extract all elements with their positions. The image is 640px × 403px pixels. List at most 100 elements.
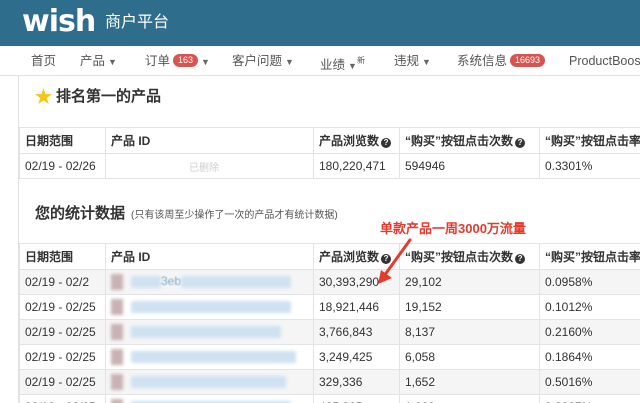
col-date: 日期范围 xyxy=(19,243,106,270)
nav-home[interactable]: 首页 xyxy=(31,46,56,76)
caret-down-icon: ▼ xyxy=(285,57,294,67)
col-click-rate: “购买”按钮点击率 xyxy=(539,243,640,270)
cell-product-id[interactable] xyxy=(105,294,314,320)
cell-buy-clicks: 1,652 xyxy=(399,369,540,395)
cell-buy-clicks: 19,152 xyxy=(399,294,540,320)
cell-click-rate: 0.1864% xyxy=(539,344,640,370)
blurred-id xyxy=(181,276,292,288)
cell-date: 02/19 - 02/26 xyxy=(19,153,106,179)
col-product-id: 产品 ID xyxy=(105,243,314,270)
cell-views: 329,336 xyxy=(313,369,400,395)
cell-buy-clicks: 6,058 xyxy=(399,344,540,370)
cell-views: 180,220,471 xyxy=(313,153,400,179)
blurred-id xyxy=(131,301,291,313)
nav-products[interactable]: 产品 ▼ xyxy=(80,46,117,76)
wish-logo[interactable]: wish xyxy=(22,2,96,42)
table-row: 02/19 - 02/25 18,921,446 19,152 0.1012% xyxy=(19,294,640,320)
col-click-rate: “购买”按钮点击率 xyxy=(539,127,640,154)
cell-views: 465,365 xyxy=(313,394,400,403)
col-product-id: 产品 ID xyxy=(105,127,314,154)
nav-customer-issues-label: 客户问题 xyxy=(232,54,283,68)
main-nav: 首页 产品 ▼ 订单 163 ▼ 客户问题 ▼ 业绩 ▼新 违规 ▼ 系统信息 16693 P… xyxy=(0,46,640,76)
removed-label: 已删除 xyxy=(189,162,219,174)
table-row: 02/19 - 02/25 3,249,425 6,058 0.1864% xyxy=(19,344,640,370)
product-thumbnail xyxy=(111,399,123,403)
col-views[interactable]: 产品浏览数? xyxy=(313,127,400,154)
cell-date: 02/19 - 02/2 xyxy=(19,269,106,295)
cell-product-id[interactable] xyxy=(105,394,314,403)
table-row: 02/19 - 02/26 已删除 180,220,471 594946 0.3… xyxy=(19,153,640,179)
nav-performance-label: 业绩 xyxy=(320,58,346,72)
stats-title: 您的统计数据 xyxy=(35,204,126,222)
top-product-table: 日期范围 产品 ID 产品浏览数? “购买”按钮点击次数? “购买”按钮点击率 … xyxy=(19,127,640,179)
col-buy-clicks[interactable]: “购买”按钮点击次数? xyxy=(399,127,540,154)
blurred-id xyxy=(131,351,296,363)
top-product-title: 排名第一的产品 xyxy=(56,87,162,105)
nav-system-info[interactable]: 系统信息 16693 xyxy=(457,46,546,76)
cell-date: 02/19 - 02/25 xyxy=(19,369,106,395)
cell-date: 02/19 - 02/25 xyxy=(19,394,106,403)
table-header-row: 日期范围 产品 ID 产品浏览数? “购买”按钮点击次数? “购买”按钮点击率 xyxy=(19,127,640,154)
nav-productboost[interactable]: ProductBoost xyxy=(569,46,640,76)
new-mark: 新 xyxy=(356,56,365,65)
col-date: 日期范围 xyxy=(19,127,106,154)
cell-product-id[interactable] xyxy=(105,344,314,370)
question-circle-icon[interactable]: ? xyxy=(515,138,526,148)
top-bar: wish 商户平台 xyxy=(0,0,640,46)
nav-violations-label: 违规 xyxy=(394,54,420,68)
cell-buy-clicks: 594946 xyxy=(399,153,540,179)
question-circle-icon[interactable]: ? xyxy=(381,138,392,148)
question-circle-icon[interactable]: ? xyxy=(515,254,526,264)
product-id-fragment: 3eb xyxy=(161,274,182,289)
nav-system-info-label: 系统信息 xyxy=(457,54,508,68)
brand-subtitle: 商户平台 xyxy=(105,14,170,31)
nav-products-label: 产品 xyxy=(80,54,106,68)
stats-table: 日期范围 产品 ID 产品浏览数? “购买”按钮点击次数? “购买”按钮点击率 … xyxy=(19,243,640,403)
product-thumbnail xyxy=(111,374,123,390)
content-area: ★ 排名第一的产品 日期范围 产品 ID 产品浏览数? “购买”按钮点击次数? “… xyxy=(18,76,640,403)
stats-note: (只有该周至少操作了一次的产品才有统计数据) xyxy=(131,210,338,221)
caret-down-icon: ▼ xyxy=(422,57,431,67)
nav-customer-issues[interactable]: 客户问题 ▼ xyxy=(232,46,294,76)
cell-click-rate: 0.2297% xyxy=(539,394,640,403)
cell-buy-clicks: 8,137 xyxy=(399,319,540,345)
blurred-id xyxy=(131,276,161,288)
cell-buy-clicks: 1,069 xyxy=(399,394,540,403)
cell-views: 3,249,425 xyxy=(313,344,400,370)
caret-down-icon: ▼ xyxy=(348,61,357,71)
nav-home-label: 首页 xyxy=(31,54,57,68)
red-arrow-icon xyxy=(378,238,412,284)
product-thumbnail xyxy=(111,324,123,340)
table-row: 02/19 - 02/2 3eb 30,393,290 29,102 0.095… xyxy=(19,269,640,295)
cell-product-id[interactable] xyxy=(105,319,314,345)
product-thumbnail xyxy=(111,274,123,290)
nav-orders-label: 订单 xyxy=(145,54,171,68)
caret-down-icon: ▼ xyxy=(201,57,210,67)
cell-click-rate: 0.3301% xyxy=(539,153,640,179)
table-header-row: 日期范围 产品 ID 产品浏览数? “购买”按钮点击次数? “购买”按钮点击率 xyxy=(19,243,640,270)
cell-product-id[interactable] xyxy=(105,369,314,395)
orders-count-badge: 163 xyxy=(173,54,199,67)
table-row: 02/19 - 02/25 465,365 1,069 0.2297% xyxy=(19,394,640,403)
table-row: 02/19 - 02/25 3,766,843 8,137 0.2160% xyxy=(19,319,640,345)
nav-performance[interactable]: 业绩 ▼新 xyxy=(320,46,365,76)
nav-orders[interactable]: 订单 163 ▼ xyxy=(145,46,210,76)
product-thumbnail xyxy=(111,349,123,365)
product-thumbnail xyxy=(111,299,123,315)
table-row: 02/19 - 02/25 329,336 1,652 0.5016% xyxy=(19,369,640,395)
blurred-id xyxy=(131,376,286,388)
cell-click-rate: 0.2160% xyxy=(539,319,640,345)
cell-views: 18,921,446 xyxy=(313,294,400,320)
cell-product-id: 已删除 xyxy=(105,153,314,179)
cell-click-rate: 0.1012% xyxy=(539,294,640,320)
nav-violations[interactable]: 违规 ▼ xyxy=(394,46,431,76)
cell-views: 3,766,843 xyxy=(313,319,400,345)
blurred-id xyxy=(131,326,281,338)
system-info-badge: 16693 xyxy=(510,54,546,67)
nav-productboost-label: ProductBoost xyxy=(569,54,640,68)
top-product-heading: ★ 排名第一的产品 xyxy=(35,85,161,108)
cell-date: 02/19 - 02/25 xyxy=(19,319,106,345)
cell-date: 02/19 - 02/25 xyxy=(19,294,106,320)
col-buy-clicks-label: “购买”按钮点击次数 xyxy=(405,134,514,148)
cell-product-id[interactable]: 3eb xyxy=(105,269,314,295)
